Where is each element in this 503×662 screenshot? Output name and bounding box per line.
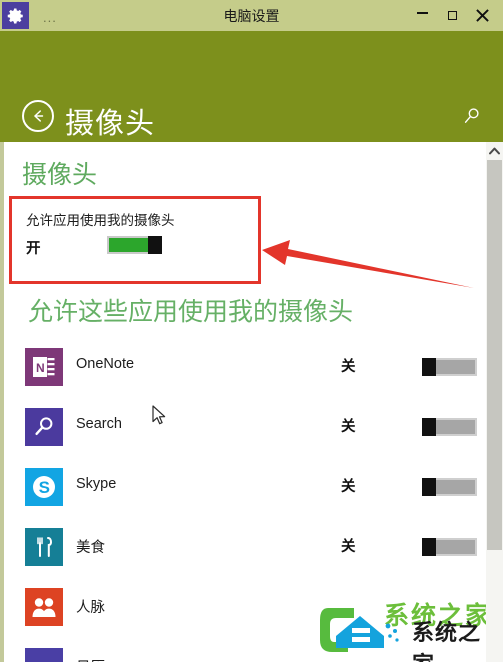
search-button[interactable] (459, 103, 485, 129)
close-button[interactable] (467, 0, 497, 31)
close-icon (475, 9, 489, 22)
app-toggle[interactable] (422, 418, 477, 436)
search-icon (464, 108, 479, 123)
toggle-thumb (422, 418, 436, 436)
camera-master-toggle[interactable] (107, 236, 162, 254)
toggle-fill (109, 238, 148, 252)
skype-icon: S (25, 468, 63, 506)
permission-label: 允许应用使用我的摄像头 (26, 213, 175, 228)
overflow-dots-icon[interactable]: ... (43, 10, 57, 24)
title-bar: ... 电脑设置 (0, 0, 503, 31)
chevron-up-icon (489, 147, 500, 154)
people-icon (25, 588, 63, 626)
onenote-icon: N (25, 348, 63, 386)
search-app-icon (25, 408, 63, 446)
app-toggle[interactable] (422, 478, 477, 496)
app-row-search[interactable]: Search 关 (4, 402, 477, 462)
app-name: 美食 (76, 540, 105, 556)
app-toggle[interactable] (422, 538, 477, 556)
app-name: Skype (76, 476, 117, 492)
calendar-icon (25, 648, 63, 662)
page-header: 摄像头 (0, 31, 503, 142)
maximize-button[interactable] (437, 0, 467, 31)
section-title-apps: 允许这些应用使用我的摄像头 (28, 298, 354, 326)
food-icon (25, 528, 63, 566)
annotation-arrow (262, 240, 474, 288)
scrollbar[interactable] (486, 142, 503, 662)
toggle-thumb (422, 358, 436, 376)
app-status: 关 (341, 539, 356, 555)
app-status: 关 (341, 419, 356, 435)
watermark-logo-icon (320, 608, 399, 652)
permission-state-text: 开 (26, 241, 41, 257)
watermark: 系统之家 系统之家 (318, 596, 503, 662)
maximize-icon (447, 11, 457, 20)
back-button[interactable] (22, 100, 54, 132)
window-controls (407, 0, 503, 31)
pc-settings-window: ... 电脑设置 摄像头 摄像头 允许应用使用我的摄像头 开 允许这些应用使用我… (0, 0, 503, 662)
svg-text:N: N (36, 361, 45, 375)
app-toggle[interactable] (422, 358, 477, 376)
page-title: 摄像头 (65, 108, 156, 140)
app-row-onenote[interactable]: N OneNote 关 (4, 342, 477, 402)
back-arrow-icon (34, 110, 44, 122)
settings-scroll-area: 摄像头 允许应用使用我的摄像头 开 允许这些应用使用我的摄像头 N OneNot… (4, 142, 503, 662)
toggle-thumb (148, 236, 162, 254)
app-status: 关 (341, 359, 356, 375)
minimize-icon (416, 11, 428, 14)
scroll-up-button[interactable] (486, 142, 503, 159)
section-title-camera: 摄像头 (22, 161, 98, 189)
gear-icon[interactable] (2, 2, 29, 29)
app-row-food[interactable]: 美食 关 (4, 522, 477, 582)
scrollbar-thumb[interactable] (487, 160, 502, 550)
app-status: 关 (341, 479, 356, 495)
toggle-thumb (422, 478, 436, 496)
app-row-skype[interactable]: S Skype 关 (4, 462, 477, 522)
app-name: 日历 (76, 656, 105, 662)
toggle-thumb (422, 538, 436, 556)
app-name: OneNote (76, 356, 135, 372)
svg-text:S: S (39, 478, 50, 497)
app-name: 人脉 (76, 600, 105, 616)
minimize-button[interactable] (407, 0, 437, 34)
app-name: Search (76, 416, 122, 432)
settings-content: 摄像头 允许应用使用我的摄像头 开 允许这些应用使用我的摄像头 N OneNot… (0, 142, 503, 662)
